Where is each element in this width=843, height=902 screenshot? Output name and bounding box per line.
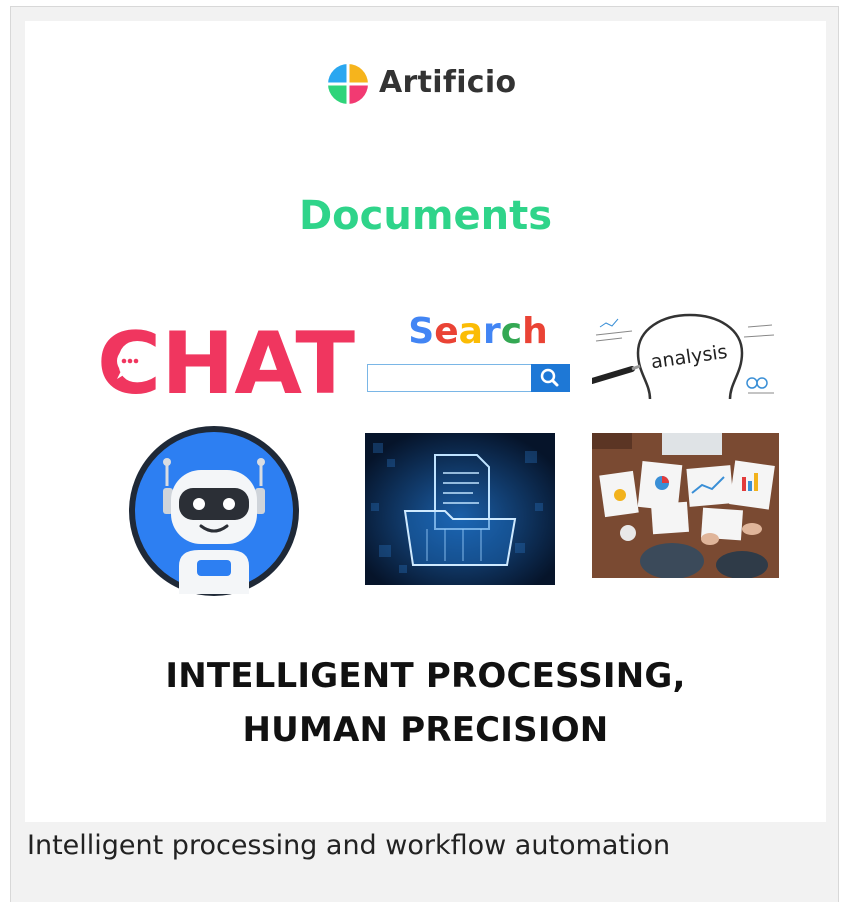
artificio-logo-icon bbox=[328, 64, 368, 104]
search-letter: h bbox=[522, 311, 548, 352]
analysis-lightbulb-image: analysis bbox=[592, 313, 778, 399]
search-letter: c bbox=[500, 311, 523, 352]
search-icon bbox=[540, 368, 559, 387]
brand-name: Artificio bbox=[379, 65, 517, 100]
search-letter: a bbox=[458, 311, 483, 352]
search-letter: S bbox=[408, 311, 435, 352]
tagline-line-2: HUMAN PRECISION bbox=[242, 710, 609, 750]
chat-logo: CHAT bbox=[97, 321, 355, 399]
documents-heading: Documents bbox=[298, 193, 553, 239]
tagline-line-1: INTELLIGENT PROCESSING, bbox=[165, 656, 686, 696]
search-letter: e bbox=[434, 311, 459, 352]
promo-banner: Artificio Documents CHAT Search analysis… bbox=[25, 21, 826, 822]
search-button-illustration bbox=[531, 364, 570, 392]
brand-logo: Artificio bbox=[325, 61, 535, 111]
image-card: Artificio Documents CHAT Search analysis… bbox=[10, 6, 839, 902]
robot-avatar-icon bbox=[129, 426, 299, 596]
digital-folder-image bbox=[365, 433, 555, 585]
image-caption: Intelligent processing and workflow auto… bbox=[27, 830, 671, 861]
team-desk-charts-image bbox=[592, 433, 779, 578]
search-word: Search bbox=[383, 311, 573, 352]
tagline: INTELLIGENT PROCESSING, HUMAN PRECISION bbox=[25, 649, 826, 757]
search-letter: r bbox=[482, 311, 501, 352]
